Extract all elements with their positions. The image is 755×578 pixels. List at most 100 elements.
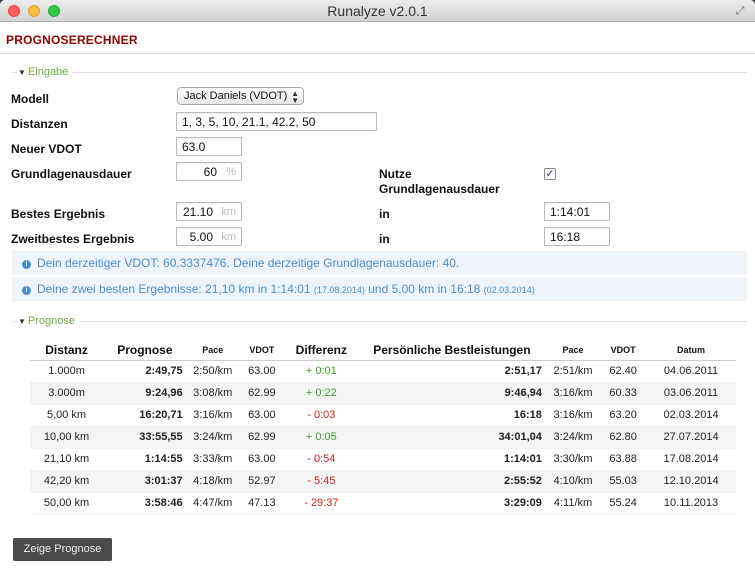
fullscreen-icon[interactable]: ⤢ xyxy=(733,4,747,18)
table-row: 3.000m 9:24,96 3:08/km 62.99 + 0:22 9:46,94 3:… xyxy=(30,382,736,405)
cell-pace2: 3:30/km xyxy=(545,448,601,471)
cell-vdot: 62.99 xyxy=(238,382,285,405)
cell-pace2: 3:16/km xyxy=(545,404,601,427)
col-distanz: Distanz xyxy=(30,340,104,361)
cell-differenz: + 0:05 xyxy=(284,426,358,449)
panel-title: PROGNOSERECHNER xyxy=(6,33,138,47)
info-vdot: i Dein derzeitiger VDOT: 60.3337476. Dein… xyxy=(12,251,747,275)
nutze-checkbox[interactable]: ✓ xyxy=(544,168,556,180)
cell-prognose: 3:01:37 xyxy=(103,470,187,493)
bestes-time-input[interactable]: 1:14:01 xyxy=(544,202,610,221)
cell-datum: 17.08.2014 xyxy=(646,448,736,471)
cell-bestleistung: 34:01,04 xyxy=(357,426,546,449)
grundlagen-label: Grundlagenausdauer xyxy=(11,167,132,181)
cell-prognose: 9:24,96 xyxy=(103,382,187,405)
cell-prognose: 33:55,55 xyxy=(103,426,187,449)
bestes-label: Bestes Ergebnis xyxy=(11,207,106,221)
table-row: 1.000m 2:49,75 2:50/km 63.00 + 0:01 2:51,17 2:… xyxy=(30,360,736,383)
cell-distanz: 21,10 km xyxy=(30,448,104,471)
col-pace2: Pace xyxy=(545,340,601,361)
cell-differenz: - 29:37 xyxy=(284,492,358,515)
cell-distanz: 1.000m xyxy=(30,360,104,383)
cell-pace2: 4:11/km xyxy=(545,492,601,515)
app-window: Runalyze v2.0.1 ⤢ PROGNOSERECHNER ▼ Einga… xyxy=(0,0,755,578)
window-title: Runalyze v2.0.1 xyxy=(327,3,428,19)
cell-pace: 3:24/km xyxy=(186,426,239,449)
cell-vdot: 52.97 xyxy=(238,470,285,493)
table-row: 42,20 km 3:01:37 4:18/km 52.97- 5:45 2:55:52… xyxy=(30,470,736,493)
cell-vdot2: 60.33 xyxy=(600,382,647,405)
info-best-results: i Deine zwei besten Ergebnisse: 21,10 km … xyxy=(12,277,747,301)
zweit-label: Zweitbestes Ergebnis xyxy=(11,232,135,246)
cell-vdot: 63.00 xyxy=(238,404,285,427)
prognose-legend-label: Prognose xyxy=(27,315,76,327)
distanzen-input-value: 1, 3, 5, 10, 21.1, 42.2, 50 xyxy=(182,115,316,129)
col-vdot: VDOT xyxy=(238,340,285,361)
cell-distanz: 5,00 km xyxy=(30,404,104,427)
cell-datum: 12.10.2014 xyxy=(646,470,736,493)
cell-vdot: 47.13 xyxy=(238,492,285,515)
nutze-label: Nutze Grundlagenausdauer xyxy=(379,167,500,196)
table-row: 5,00 km 16:20,71 3:16/km 63.00- 0:03 16:18 3:… xyxy=(30,404,736,427)
select-arrows-icon: ▲ ▼ xyxy=(291,89,299,105)
cell-prognose: 1:14:55 xyxy=(103,448,187,471)
zeige-prognose-button[interactable]: Zeige Prognose xyxy=(13,538,112,561)
modell-label: Modell xyxy=(11,92,49,106)
table-row: 50,00 km 3:58:46 4:47/km 47.13- 29:37 3:29:0… xyxy=(30,492,736,515)
cell-vdot2: 55.24 xyxy=(600,492,647,515)
vdot-input[interactable]: 63.0 xyxy=(176,137,242,156)
modell-select-value: Jack Daniels (VDOT) xyxy=(184,90,288,102)
bestes-in-label: in xyxy=(379,207,390,221)
prognose-legend[interactable]: ▼ Prognose xyxy=(12,315,747,328)
zweit-time-value: 16:18 xyxy=(550,230,581,244)
distanzen-label: Distanzen xyxy=(11,117,68,131)
collapse-triangle-icon: ▼ xyxy=(18,68,26,77)
eingabe-legend-label: Eingabe xyxy=(27,66,69,78)
zweit-distance-input[interactable]: 5.00 km xyxy=(176,227,242,246)
zweit-distance-value: 5.00 xyxy=(189,230,213,244)
col-vdot2: VDOT xyxy=(600,340,647,361)
vdot-label: Neuer VDOT xyxy=(11,142,82,156)
info-best-date1: (17.08.2014) xyxy=(313,285,365,295)
cell-vdot: 63.00 xyxy=(238,360,285,383)
cell-differenz: - 0:03 xyxy=(284,404,358,427)
distanzen-input[interactable]: 1, 3, 5, 10, 21.1, 42.2, 50 xyxy=(176,112,377,131)
cell-differenz: - 0:54 xyxy=(284,448,358,471)
cell-vdot: 63.00 xyxy=(238,448,285,471)
col-differenz: Differenz xyxy=(284,340,358,361)
bestes-time-value: 1:14:01 xyxy=(550,205,591,219)
zweit-in-label: in xyxy=(379,232,390,246)
cell-prognose: 3:58:46 xyxy=(103,492,187,515)
cell-pace: 2:50/km xyxy=(186,360,239,383)
col-bestleistungen: Persönliche Bestleistungen xyxy=(357,340,546,361)
grundlagen-input-value: 60 xyxy=(203,165,217,179)
modell-select[interactable]: Jack Daniels (VDOT) ▲ ▼ xyxy=(177,87,304,105)
info-best-date2: (02.03.2014) xyxy=(483,285,535,295)
cell-vdot2: 62.40 xyxy=(600,360,647,383)
vdot-input-value: 63.0 xyxy=(182,140,206,154)
cell-pace2: 3:16/km xyxy=(545,382,601,405)
info-best-a: Deine zwei besten Ergebnisse: 21,10 km i… xyxy=(37,282,311,296)
panel-header: PROGNOSERECHNER xyxy=(0,22,755,54)
bestes-distance-value: 21.10 xyxy=(182,205,213,219)
cell-pace2: 4:10/km xyxy=(545,470,601,493)
cell-vdot2: 62.80 xyxy=(600,426,647,449)
cell-bestleistung: 2:55:52 xyxy=(357,470,546,493)
cell-distanz: 3.000m xyxy=(30,382,104,405)
grundlagen-input[interactable]: 60 % xyxy=(176,162,242,181)
cell-distanz: 10,00 km xyxy=(30,426,104,449)
cell-distanz: 50,00 km xyxy=(30,492,104,515)
bestes-distance-input[interactable]: 21.10 km xyxy=(176,202,242,221)
info-vdot-text: Dein derzeitiger VDOT: 60.3337476. Deine… xyxy=(37,256,460,270)
cell-differenz: + 0:22 xyxy=(284,382,358,405)
cell-differenz: - 5:45 xyxy=(284,470,358,493)
grundlagen-unit: % xyxy=(226,166,236,178)
cell-bestleistung: 3:29:09 xyxy=(357,492,546,515)
col-prognose: Prognose xyxy=(103,340,187,361)
cell-bestleistung: 9:46,94 xyxy=(357,382,546,405)
eingabe-legend[interactable]: ▼ Eingabe xyxy=(12,66,747,79)
checkmark-icon: ✓ xyxy=(545,168,555,180)
cell-vdot2: 55.03 xyxy=(600,470,647,493)
zweit-time-input[interactable]: 16:18 xyxy=(544,227,610,246)
cell-bestleistung: 2:51,17 xyxy=(357,360,546,383)
